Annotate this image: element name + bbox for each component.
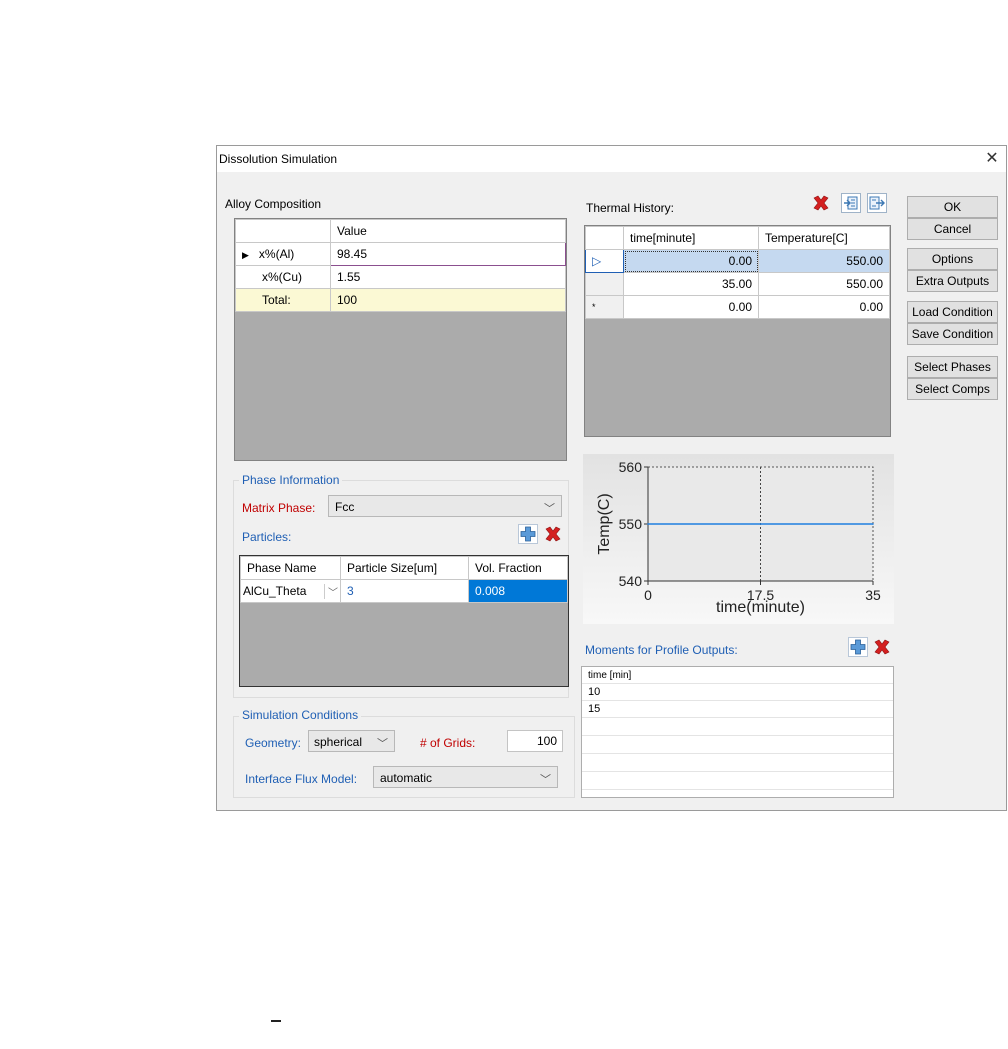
window-title: Dissolution Simulation bbox=[219, 152, 338, 166]
x-tick-label: 35 bbox=[865, 587, 881, 603]
chevron-down-icon: ﹀ bbox=[377, 738, 388, 750]
chevron-down-icon: ﹀ bbox=[540, 774, 551, 786]
simulation-conditions-title: Simulation Conditions bbox=[239, 708, 362, 722]
thermal-temp-cell[interactable]: 550.00 bbox=[758, 272, 890, 296]
table-row: Total: 100 bbox=[235, 288, 566, 312]
phase-name-header: Phase Name bbox=[240, 556, 341, 580]
y-tick-label: 550 bbox=[619, 516, 643, 532]
flux-model-value: automatic bbox=[380, 771, 433, 785]
import-icon[interactable] bbox=[841, 193, 861, 213]
temperature-chart: 5605505400 17.5 35time(minute)Temp(C) bbox=[583, 454, 894, 624]
close-icon[interactable]: ✕ bbox=[979, 147, 1005, 171]
geometry-value: spherical bbox=[314, 735, 363, 749]
delete-icon[interactable] bbox=[811, 193, 831, 213]
load-condition-button[interactable]: Load Condition bbox=[907, 301, 998, 323]
geometry-label: Geometry: bbox=[245, 736, 302, 750]
thermal-history-label: Thermal History: bbox=[586, 201, 675, 215]
alloy-total-label: Total: bbox=[235, 288, 331, 312]
alloy-row-name: ▶ x%(Al) bbox=[235, 242, 331, 266]
geometry-select[interactable]: spherical ﹀ bbox=[308, 730, 395, 752]
matrix-phase-select[interactable]: Fcc ﹀ bbox=[328, 495, 562, 517]
alloy-value-header: Value bbox=[330, 219, 566, 243]
list-item bbox=[582, 754, 893, 772]
particle-size-header: Particle Size[um] bbox=[340, 556, 469, 580]
title-bar: Dissolution Simulation ✕ bbox=[217, 146, 1006, 172]
moments-header: time [min] bbox=[582, 667, 893, 684]
y-tick-label: 560 bbox=[619, 459, 643, 475]
table-row[interactable]: * 0.00 0.00 bbox=[585, 295, 890, 319]
table-row[interactable]: AlCu_Theta ﹀ 3 0.008 bbox=[240, 579, 568, 603]
vol-fraction-header: Vol. Fraction bbox=[468, 556, 568, 580]
export-icon[interactable] bbox=[867, 193, 887, 213]
alloy-cu-value-cell[interactable]: 1.55 bbox=[330, 265, 566, 289]
thermal-corner-header bbox=[585, 226, 624, 250]
list-item[interactable]: 10 bbox=[582, 684, 893, 701]
alloy-al-value-cell[interactable]: 98.45 bbox=[330, 242, 566, 266]
alloy-composition-label: Alloy Composition bbox=[225, 197, 322, 211]
alloy-composition-grid: Value ▶ x%(Al) 98.45 x%(Cu) 1.55 Total: 1… bbox=[234, 218, 567, 461]
delete-moment-icon[interactable] bbox=[872, 637, 892, 657]
thermal-time-cell[interactable]: 35.00 bbox=[623, 272, 759, 296]
thermal-time-cell[interactable]: 0.00 bbox=[623, 249, 759, 273]
table-row[interactable]: 35.00 550.00 bbox=[585, 272, 890, 296]
table-row[interactable]: ▷ 0.00 550.00 bbox=[585, 249, 890, 273]
particles-grid: Phase Name Particle Size[um] Vol. Fracti… bbox=[239, 555, 569, 687]
chevron-down-icon[interactable]: ﹀ bbox=[324, 583, 338, 599]
grids-label: # of Grids: bbox=[420, 736, 476, 750]
thermal-temp-cell[interactable]: 0.00 bbox=[758, 295, 890, 319]
moments-list[interactable]: time [min] 10 15 bbox=[581, 666, 894, 798]
ok-button[interactable]: OK bbox=[907, 196, 998, 218]
cancel-button[interactable]: Cancel bbox=[907, 218, 998, 240]
list-item[interactable]: 15 bbox=[582, 701, 893, 718]
matrix-phase-label: Matrix Phase: bbox=[242, 501, 316, 515]
extra-outputs-button[interactable]: Extra Outputs bbox=[907, 270, 998, 292]
temperature-column-header: Temperature[C] bbox=[758, 226, 890, 250]
alloy-row-name: x%(Cu) bbox=[235, 265, 331, 289]
chevron-down-icon: ﹀ bbox=[544, 503, 555, 515]
save-condition-button[interactable]: Save Condition bbox=[907, 323, 998, 345]
grids-input[interactable]: 100 bbox=[507, 730, 563, 752]
thermal-history-grid: time[minute] Temperature[C] ▷ 0.00 550.0… bbox=[584, 225, 891, 437]
delete-particle-icon[interactable] bbox=[543, 524, 563, 544]
dialog-window: Dissolution Simulation ✕ Alloy Compositi… bbox=[216, 145, 1007, 811]
data-point bbox=[647, 523, 649, 525]
add-moment-icon[interactable] bbox=[848, 637, 868, 657]
alloy-total-value: 100 bbox=[330, 288, 566, 312]
list-item bbox=[582, 736, 893, 754]
options-button[interactable]: Options bbox=[907, 248, 998, 270]
select-phases-button[interactable]: Select Phases bbox=[907, 356, 998, 378]
table-row[interactable]: ▶ x%(Al) 98.45 bbox=[235, 242, 566, 266]
time-column-header: time[minute] bbox=[623, 226, 759, 250]
y-axis-label: Temp(C) bbox=[596, 493, 613, 554]
matrix-phase-value: Fcc bbox=[335, 500, 355, 514]
thermal-temp-cell[interactable]: 550.00 bbox=[758, 249, 890, 273]
thermal-time-cell[interactable]: 0.00 bbox=[623, 295, 759, 319]
list-item bbox=[582, 772, 893, 790]
vol-fraction-cell[interactable]: 0.008 bbox=[468, 579, 568, 603]
x-axis-label: time(minute) bbox=[716, 599, 805, 616]
particles-label: Particles: bbox=[242, 530, 292, 544]
table-row[interactable]: x%(Cu) 1.55 bbox=[235, 265, 566, 289]
new-row-icon: * bbox=[585, 295, 624, 319]
flux-model-select[interactable]: automatic ﹀ bbox=[373, 766, 558, 788]
phase-information-title: Phase Information bbox=[239, 473, 343, 487]
phase-name-cell[interactable]: AlCu_Theta ﹀ bbox=[240, 579, 341, 603]
select-comps-button[interactable]: Select Comps bbox=[907, 378, 998, 400]
row-header bbox=[585, 272, 624, 296]
taskbar-dash bbox=[271, 1020, 281, 1022]
alloy-corner-header bbox=[235, 219, 331, 243]
add-particle-icon[interactable] bbox=[518, 524, 538, 544]
flux-model-label: Interface Flux Model: bbox=[245, 772, 358, 786]
particle-size-cell[interactable]: 3 bbox=[340, 579, 469, 603]
list-item bbox=[582, 718, 893, 736]
x-tick-label: 0 bbox=[644, 587, 652, 603]
row-selector-icon: ▶ bbox=[242, 250, 249, 260]
current-row-icon: ▷ bbox=[585, 249, 624, 273]
data-point bbox=[872, 523, 874, 525]
phase-name-value: AlCu_Theta bbox=[243, 583, 307, 598]
moments-label: Moments for Profile Outputs: bbox=[585, 643, 738, 657]
y-tick-label: 540 bbox=[619, 573, 643, 589]
